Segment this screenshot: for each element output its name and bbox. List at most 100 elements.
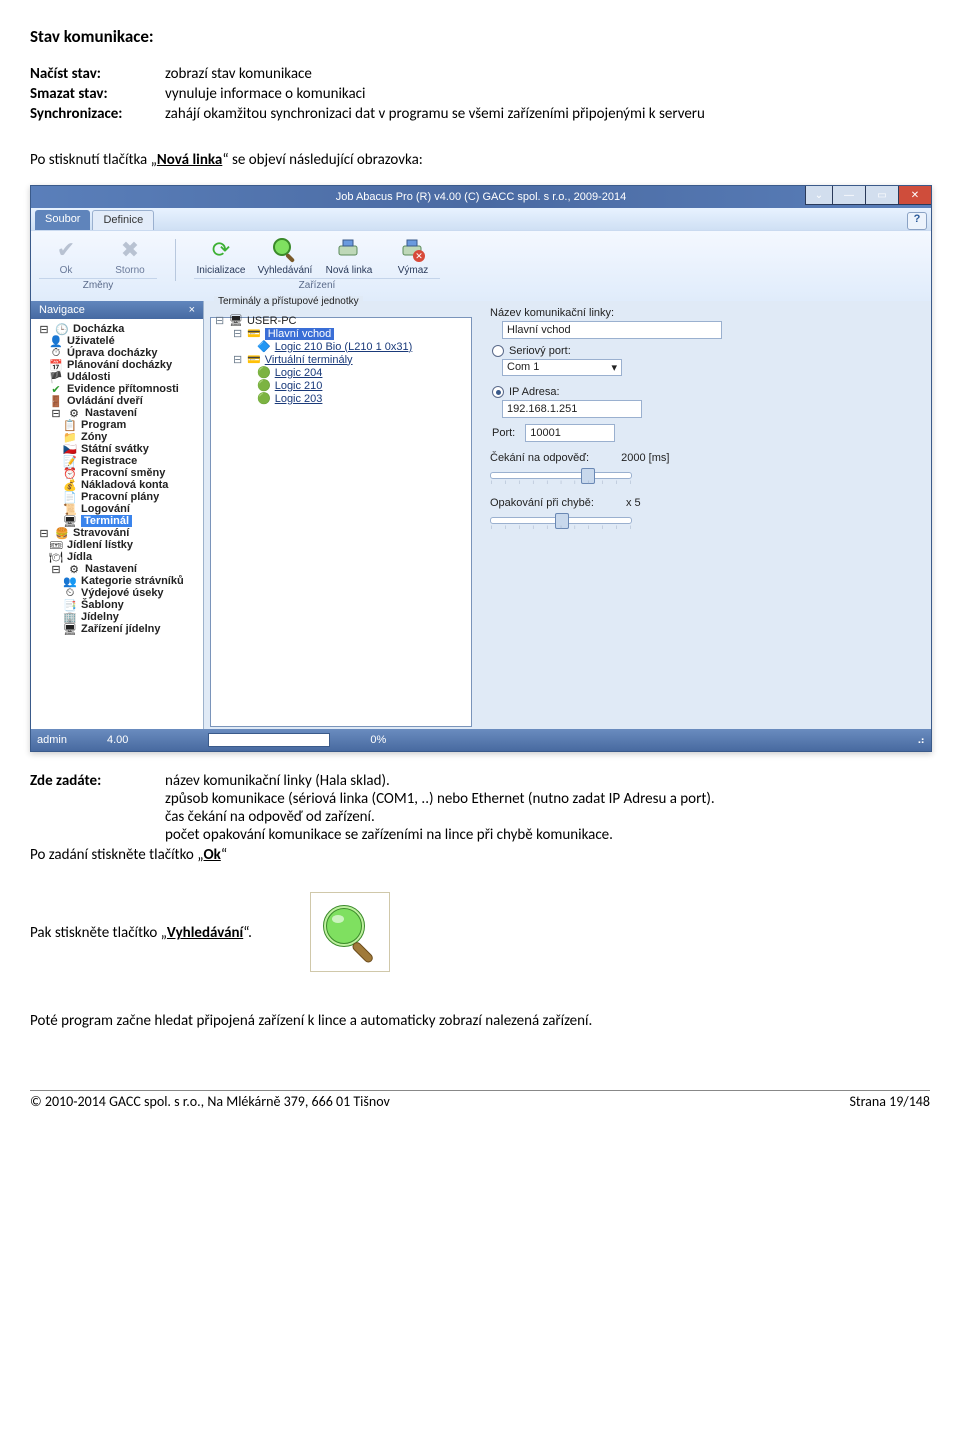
template-icon: 📑 bbox=[63, 599, 77, 611]
window-minimize-button[interactable]: — bbox=[832, 186, 865, 205]
nav-evidence[interactable]: ✔Evidence přítomnosti bbox=[35, 383, 199, 395]
nav-title: Navigace × bbox=[31, 301, 203, 319]
check-icon: ✔ bbox=[49, 383, 63, 395]
search-icon bbox=[270, 235, 300, 265]
nav-ovladani[interactable]: 🚪Ovládání dveří bbox=[35, 395, 199, 407]
def-text: zobrazí stav komunikace bbox=[165, 65, 930, 83]
def-text: vynuluje informace o komunikaci bbox=[165, 85, 930, 103]
nav-uzivatele[interactable]: 👤Uživatelé bbox=[35, 335, 199, 347]
device-icon: 🟢 bbox=[257, 379, 271, 392]
label-cekani: Čekání na odpověď: bbox=[490, 452, 589, 464]
folder-icon: ⊟ bbox=[37, 323, 51, 335]
calendar-icon: 📅 bbox=[49, 359, 63, 371]
nav-udalosti[interactable]: 🏴Události bbox=[35, 371, 199, 383]
nav-jidla[interactable]: 🍽Jídla bbox=[35, 551, 199, 563]
zde-line-d: počet opakování komunikace se zařízeními… bbox=[165, 826, 715, 844]
resize-icon[interactable]: ⠴ bbox=[917, 734, 925, 747]
term-l203[interactable]: 🟢Logic 203 bbox=[215, 392, 467, 405]
input-port[interactable]: 10001 bbox=[525, 424, 615, 442]
help-button[interactable]: ? bbox=[907, 212, 927, 230]
app-screenshot: Job Abacus Pro (R) v4.00 (C) GACC spol. … bbox=[30, 185, 930, 752]
nav-smeny[interactable]: ⏰Pracovní směny bbox=[35, 467, 199, 479]
status-user: admin bbox=[37, 734, 67, 746]
nav-close-icon[interactable]: × bbox=[189, 304, 195, 316]
log-icon: 📜 bbox=[63, 503, 77, 515]
val-cekani: 2000 [ms] bbox=[621, 452, 669, 464]
terminals-title: Terminály a přístupové jednotky bbox=[214, 296, 363, 307]
terminal-icon: 🖥 bbox=[63, 515, 77, 527]
radio-ip[interactable]: IP Adresa: bbox=[492, 386, 919, 398]
nav-program[interactable]: 📋Program bbox=[35, 419, 199, 431]
term-virtual[interactable]: ⊟💳Virtuální terminály bbox=[215, 353, 467, 366]
window-maximize-button[interactable]: ▭ bbox=[865, 186, 898, 205]
def-label: Smazat stav: bbox=[30, 85, 165, 103]
nav-svatky[interactable]: 🇨🇿Státní svátky bbox=[35, 443, 199, 455]
label-ip: IP Adresa: bbox=[509, 386, 560, 398]
nav-logovani[interactable]: 📜Logování bbox=[35, 503, 199, 515]
para-nova-linka: Po stisknutí tlačítka „Nová linka“ se ob… bbox=[30, 151, 930, 169]
flag-icon: 🏴 bbox=[49, 371, 63, 383]
ribbon-init-button[interactable]: ⟳ Inicializace bbox=[194, 235, 248, 276]
ribbon-newlink-button[interactable]: Nová linka bbox=[322, 235, 376, 276]
nav-useky[interactable]: ⏲Výdejové úseky bbox=[35, 587, 199, 599]
plan-icon: 📄 bbox=[63, 491, 77, 503]
nav-jidelny[interactable]: 🏢Jídelny bbox=[35, 611, 199, 623]
def-label: Synchronizace: bbox=[30, 105, 165, 123]
flag-icon: 🇨🇿 bbox=[63, 443, 77, 455]
radio-serial[interactable]: Seriový port: bbox=[492, 345, 919, 357]
slider-opak[interactable]: ||||||||||| bbox=[490, 517, 632, 524]
nav-zony[interactable]: 📁Zóny bbox=[35, 431, 199, 443]
term-hlavni[interactable]: ⊟💳Hlavní vchod bbox=[215, 327, 467, 340]
ok-icon: ✔ bbox=[51, 235, 81, 265]
nav-nastaveni2[interactable]: ⊟⚙Nastavení bbox=[35, 563, 199, 575]
menu-soubor[interactable]: Soubor bbox=[35, 210, 90, 230]
nav-dochazka[interactable]: ⊟🕒Docházka bbox=[35, 323, 199, 335]
ribbon-search-button[interactable]: Vyhledávání bbox=[258, 235, 312, 276]
term-userpc[interactable]: ⊟🖥USER-PC bbox=[215, 314, 467, 327]
ribbon-storno-button[interactable]: ✖ Storno bbox=[103, 235, 157, 276]
nav-stravovani[interactable]: ⊟🍔Stravování bbox=[35, 527, 199, 539]
gear-icon: ⚙ bbox=[67, 563, 81, 575]
zone-icon: 📁 bbox=[63, 431, 77, 443]
def-row-sync: Synchronizace: zahájí okamžitou synchron… bbox=[30, 105, 930, 123]
nav-listky[interactable]: 🎟Jídlení lístky bbox=[35, 539, 199, 551]
nav-kategorie[interactable]: 👥Kategorie strávníků bbox=[35, 575, 199, 587]
user-icon: 👤 bbox=[49, 335, 63, 347]
clock-icon: ⏲ bbox=[63, 587, 77, 599]
nav-planovani[interactable]: 📅Plánování docházky bbox=[35, 359, 199, 371]
card-icon: 💳 bbox=[247, 353, 261, 366]
combo-com[interactable]: Com 1 ▾ bbox=[502, 359, 622, 376]
menu-definice[interactable]: Definice bbox=[92, 210, 154, 230]
nav-terminal[interactable]: 🖥Terminál bbox=[35, 515, 199, 527]
ribbon-ok-button[interactable]: ✔ Ok bbox=[39, 235, 93, 276]
window-reveal-button[interactable]: ⌄ bbox=[805, 186, 832, 205]
status-progress: 0% bbox=[370, 734, 386, 746]
term-l210[interactable]: 🟢Logic 210 bbox=[215, 379, 467, 392]
para-pak: Pak stiskněte tlačítko „Vyhledávání“. bbox=[30, 924, 930, 942]
slider-cekani[interactable]: ||||||||||| bbox=[490, 472, 632, 479]
nav-uprava[interactable]: ⏱Úprava docházky bbox=[35, 347, 199, 359]
term-l210bio[interactable]: 🔷Logic 210 Bio (L210 1 0x31) bbox=[215, 340, 467, 353]
term-l204[interactable]: 🟢Logic 204 bbox=[215, 366, 467, 379]
nav-zarizeni[interactable]: 🖥Zařízení jídelny bbox=[35, 623, 199, 635]
zde-label: Zde zadáte: bbox=[30, 772, 165, 844]
refresh-icon: ⟳ bbox=[206, 235, 236, 265]
ribbon-delete-button[interactable]: ✕ Výmaz bbox=[386, 235, 440, 276]
newlink-icon bbox=[334, 235, 364, 265]
text: Po stisknutí tlačítka „ bbox=[30, 151, 157, 169]
nav-nakladova[interactable]: 💰Nákladová konta bbox=[35, 479, 199, 491]
nav-plany[interactable]: 📄Pracovní plány bbox=[35, 491, 199, 503]
input-ip[interactable]: 192.168.1.251 bbox=[502, 400, 642, 418]
progressbar bbox=[208, 733, 330, 747]
input-nazev[interactable]: Hlavní vchod bbox=[502, 321, 722, 339]
def-label: Načíst stav: bbox=[30, 65, 165, 83]
nav-nastaveni[interactable]: ⊟⚙Nastavení bbox=[35, 407, 199, 419]
canteen-icon: 🏢 bbox=[63, 611, 77, 623]
window-close-button[interactable]: ✕ bbox=[898, 186, 931, 205]
device-icon: 🟢 bbox=[257, 392, 271, 405]
bold-ok: Ok bbox=[203, 846, 220, 864]
status-version: 4.00 bbox=[107, 734, 128, 746]
nav-sablony[interactable]: 📑Šablony bbox=[35, 599, 199, 611]
def-row-smazat: Smazat stav: vynuluje informace o komuni… bbox=[30, 85, 930, 103]
nav-registrace[interactable]: 📝Registrace bbox=[35, 455, 199, 467]
